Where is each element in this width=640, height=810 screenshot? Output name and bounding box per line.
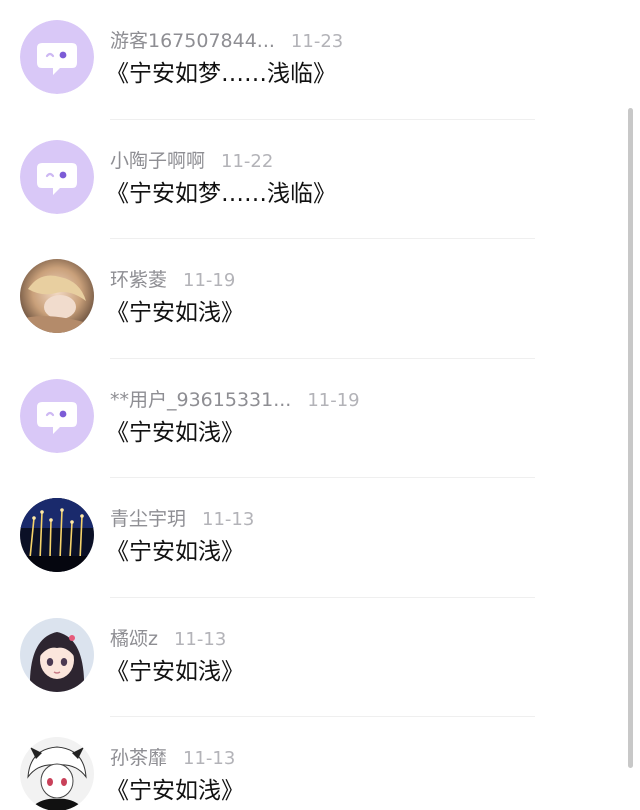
comment-text: 《宁安如浅》	[106, 778, 244, 804]
timestamp: 11-13	[183, 748, 236, 769]
avatar[interactable]	[20, 737, 94, 810]
comment-meta: 橘颂z 11-13	[110, 624, 226, 654]
comment-item[interactable]: **用户_93615331... 11-19 《宁安如浅》	[0, 359, 640, 478]
chat-bubble-icon	[20, 378, 94, 453]
timestamp: 11-19	[183, 270, 236, 291]
comment-meta: 青尘宇玥 11-13	[110, 504, 254, 534]
username[interactable]: **用户_93615331...	[110, 389, 291, 411]
comment-text: 《宁安如梦……浅临》	[106, 180, 336, 207]
comment-list[interactable]: 游客167507844... 11-23 《宁安如梦……浅临》 小陶子啊啊 11-2…	[0, 0, 640, 810]
timestamp: 11-19	[307, 389, 360, 411]
comment-list-page: 游客167507844... 11-23 《宁安如梦……浅临》 小陶子啊啊 11-2…	[0, 0, 640, 810]
timestamp: 11-13	[173, 628, 227, 650]
comment-meta: 孙茶靡 11-13	[110, 743, 235, 773]
username[interactable]: 游客167507844...	[110, 30, 275, 52]
comment-item[interactable]: 青尘宇玥 11-13 《宁安如浅》	[0, 478, 640, 598]
photo-blonde-avatar-icon	[20, 259, 94, 333]
photo-bw-anime-avatar-icon	[20, 737, 94, 810]
vertical-scrollbar[interactable]	[628, 108, 633, 768]
photo-night-lights-avatar-icon	[20, 498, 94, 572]
comment-item[interactable]: 小陶子啊啊 11-22 《宁安如梦……浅临》	[0, 120, 640, 239]
avatar[interactable]	[20, 259, 94, 333]
avatar[interactable]	[20, 139, 94, 214]
avatar[interactable]	[20, 378, 94, 453]
timestamp: 11-22	[221, 150, 274, 172]
avatar[interactable]	[20, 498, 94, 572]
username[interactable]: 青尘宇玥	[110, 508, 186, 530]
username[interactable]: 环紫菱	[110, 269, 167, 291]
username[interactable]: 橘颂z	[110, 628, 158, 650]
timestamp: 11-23	[290, 31, 344, 52]
avatar[interactable]	[20, 20, 94, 94]
chat-bubble-icon	[20, 139, 94, 214]
comment-item[interactable]: 橘颂z 11-13 《宁安如浅》	[0, 598, 640, 717]
comment-item[interactable]: 游客167507844... 11-23 《宁安如梦……浅临》	[0, 0, 640, 120]
username[interactable]: 孙茶靡	[110, 747, 167, 769]
comment-meta: 游客167507844... 11-23	[110, 26, 343, 56]
comment-meta: 小陶子啊啊 11-22	[110, 146, 273, 176]
comment-item[interactable]: 孙茶靡 11-13 《宁安如浅》	[0, 717, 640, 810]
comment-meta: **用户_93615331... 11-19	[110, 385, 360, 415]
comment-text: 《宁安如浅》	[106, 658, 244, 685]
comment-text: 《宁安如浅》	[106, 419, 244, 446]
username[interactable]: 小陶子啊啊	[110, 150, 205, 172]
photo-anime-girl-avatar-icon	[20, 617, 94, 692]
comment-meta: 环紫菱 11-19	[110, 265, 235, 295]
chat-bubble-icon	[20, 20, 94, 94]
timestamp: 11-13	[202, 509, 255, 530]
comment-text: 《宁安如浅》	[106, 539, 244, 565]
comment-text: 《宁安如浅》	[106, 300, 244, 326]
avatar[interactable]	[20, 617, 94, 692]
comment-item[interactable]: 环紫菱 11-19 《宁安如浅》	[0, 239, 640, 359]
comment-text: 《宁安如梦……浅临》	[106, 61, 336, 87]
